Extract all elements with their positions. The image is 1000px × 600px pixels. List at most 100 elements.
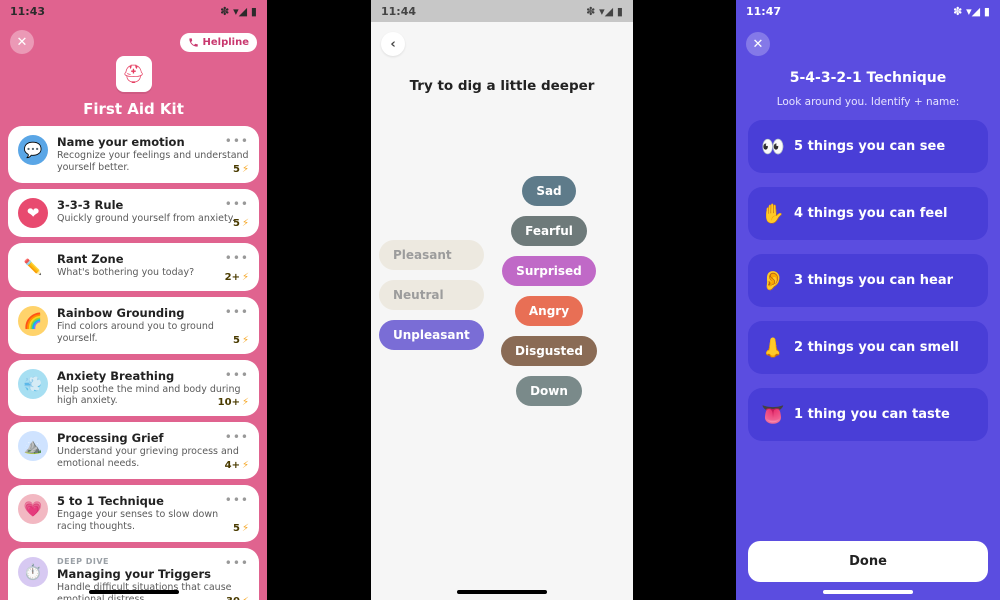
close-button[interactable]: ✕ bbox=[746, 32, 770, 56]
status-icons: ✽ ▾◢ ▮ bbox=[953, 5, 990, 18]
card-reward: 2+ ⚡ bbox=[225, 272, 249, 283]
status-icons: ✽ ▾◢ ▮ bbox=[220, 5, 257, 18]
back-button[interactable]: ‹ bbox=[381, 32, 405, 56]
bolt-icon: ⚡ bbox=[242, 460, 249, 471]
sense-card[interactable]: 👂 3 things you can hear bbox=[748, 254, 988, 307]
status-time: 11:44 bbox=[381, 5, 416, 18]
activity-card[interactable]: ✏️ Rant ZoneWhat's bothering you today? ••… bbox=[8, 243, 259, 291]
card-reward: 5 ⚡ bbox=[233, 218, 249, 229]
sense-card[interactable]: 👅1 thing you can taste bbox=[748, 388, 988, 441]
sense-text: 4 things you can feel bbox=[794, 206, 948, 221]
home-indicator bbox=[823, 590, 913, 594]
valence-chip[interactable]: Neutral bbox=[379, 280, 484, 310]
card-subtitle: Engage your senses to slow down racing t… bbox=[57, 509, 249, 533]
card-icon: 💨 bbox=[18, 369, 48, 399]
helpline-button[interactable]: Helpline bbox=[180, 33, 258, 52]
first-aid-icon: ⛑ bbox=[116, 56, 152, 92]
bolt-icon: ⚡ bbox=[242, 272, 249, 283]
card-subtitle: Quickly ground yourself from anxiety. bbox=[57, 213, 249, 225]
status-bar: 11:47 ✽ ▾◢ ▮ bbox=[736, 0, 1000, 22]
home-indicator bbox=[89, 590, 179, 594]
activity-card[interactable]: 💗 5 to 1 TechniqueEngage your senses to s… bbox=[8, 485, 259, 542]
card-icon: ⛰️ bbox=[18, 431, 48, 461]
valence-chip[interactable]: Unpleasant bbox=[379, 320, 484, 350]
emotion-chip[interactable]: Fearful bbox=[511, 216, 587, 246]
screen-emotion-picker: 11:44 ✽ ▾◢ ▮ ‹ Try to dig a little deepe… bbox=[371, 0, 633, 600]
card-reward: 5 ⚡ bbox=[233, 523, 249, 534]
emotion-chip[interactable]: Sad bbox=[522, 176, 575, 206]
card-title: 3-3-3 Rule bbox=[57, 198, 249, 212]
emotion-chip[interactable]: Disgusted bbox=[501, 336, 597, 366]
card-title: Managing your Triggers bbox=[57, 567, 249, 581]
more-icon[interactable]: ••• bbox=[225, 251, 249, 265]
card-icon: 🌈 bbox=[18, 306, 48, 336]
bolt-icon: ⚡ bbox=[242, 523, 249, 534]
more-icon[interactable]: ••• bbox=[225, 305, 249, 319]
activity-card[interactable]: 💬Name your emotionRecognize your feeling… bbox=[8, 126, 259, 183]
card-subtitle: What's bothering you today? bbox=[57, 267, 249, 279]
card-icon: 💬 bbox=[18, 135, 48, 165]
card-reward: 5 ⚡ bbox=[233, 164, 249, 175]
activity-card[interactable]: 🌈 Rainbow GroundingFind colors around you… bbox=[8, 297, 259, 354]
card-title: 5 to 1 Technique bbox=[57, 494, 249, 508]
status-time: 11:43 bbox=[10, 5, 45, 18]
status-bar: 11:44 ✽ ▾◢ ▮ bbox=[371, 0, 633, 22]
card-icon: 💗 bbox=[18, 494, 48, 524]
close-button[interactable]: ✕ bbox=[10, 30, 34, 54]
card-subtitle: Find colors around you to ground yoursel… bbox=[57, 321, 249, 345]
bolt-icon: ⚡ bbox=[242, 596, 249, 600]
card-icon: ⏱️ bbox=[18, 557, 48, 587]
activity-card[interactable]: ❤ 3-3-3 RuleQuickly ground yourself from … bbox=[8, 189, 259, 237]
page-title: 5-4-3-2-1 Technique bbox=[736, 70, 1000, 86]
bolt-icon: ⚡ bbox=[242, 397, 249, 408]
page-title: First Aid Kit bbox=[83, 100, 184, 118]
more-icon[interactable]: ••• bbox=[225, 197, 249, 211]
status-time: 11:47 bbox=[746, 5, 781, 18]
sense-emoji-icon: 👃 bbox=[761, 336, 783, 359]
page-subtitle: Look around you. Identify + name: bbox=[736, 96, 1000, 108]
sense-emoji-icon: 👂 bbox=[761, 269, 783, 292]
emotion-chip[interactable]: Angry bbox=[515, 296, 583, 326]
emotion-chip[interactable]: Surprised bbox=[502, 256, 596, 286]
card-icon: ✏️ bbox=[18, 252, 48, 282]
card-title: Processing Grief bbox=[57, 431, 249, 445]
card-reward: 30 ⚡ bbox=[226, 596, 249, 600]
card-icon: ❤ bbox=[18, 198, 48, 228]
emotion-chip[interactable]: Down bbox=[516, 376, 582, 406]
sense-card[interactable]: 👃 2 things you can smell bbox=[748, 321, 988, 374]
page-title: Try to dig a little deeper bbox=[371, 78, 633, 94]
card-reward: 4+ ⚡ bbox=[225, 460, 249, 471]
more-icon[interactable]: ••• bbox=[225, 430, 249, 444]
more-icon[interactable]: ••• bbox=[225, 134, 249, 148]
done-button[interactable]: Done bbox=[748, 541, 988, 582]
home-indicator bbox=[457, 590, 547, 594]
sense-emoji-icon: ✋ bbox=[761, 202, 783, 225]
status-bar: 11:43 ✽ ▾◢ ▮ bbox=[0, 0, 267, 22]
sense-emoji-icon: 👀 bbox=[761, 135, 783, 158]
more-icon[interactable]: ••• bbox=[225, 368, 249, 382]
card-subtitle: Understand your grieving process and emo… bbox=[57, 446, 249, 470]
card-reward: 5 ⚡ bbox=[233, 335, 249, 346]
sense-text: 1 thing you can taste bbox=[794, 407, 950, 422]
card-subtitle: Recognize your feelings and understand y… bbox=[57, 150, 249, 174]
sense-text: 3 things you can hear bbox=[794, 273, 953, 288]
sense-card[interactable]: ✋ 4 things you can feel bbox=[748, 187, 988, 240]
valence-chip[interactable]: Pleasant bbox=[379, 240, 484, 270]
more-icon[interactable]: ••• bbox=[225, 556, 249, 570]
card-eyebrow: DEEP DIVE bbox=[57, 557, 249, 566]
card-title: Rainbow Grounding bbox=[57, 306, 249, 320]
screen-54321-technique: 11:47 ✽ ▾◢ ▮ ✕ 5-4-3-2-1 Technique Look … bbox=[736, 0, 1000, 600]
bolt-icon: ⚡ bbox=[242, 164, 249, 175]
sense-card[interactable]: 👀 5 things you can see bbox=[748, 120, 988, 173]
card-title: Rant Zone bbox=[57, 252, 249, 266]
card-reward: 10+ ⚡ bbox=[218, 397, 249, 408]
helpline-label: Helpline bbox=[203, 37, 250, 48]
sense-text: 5 things you can see bbox=[794, 139, 945, 154]
bolt-icon: ⚡ bbox=[242, 218, 249, 229]
card-title: Anxiety Breathing bbox=[57, 369, 249, 383]
activity-card[interactable]: 💨Anxiety BreathingHelp soothe the mind a… bbox=[8, 360, 259, 417]
sense-text: 2 things you can smell bbox=[794, 340, 959, 355]
bolt-icon: ⚡ bbox=[242, 335, 249, 346]
activity-card[interactable]: ⛰️ Processing GriefUnderstand your grievi… bbox=[8, 422, 259, 479]
more-icon[interactable]: ••• bbox=[225, 493, 249, 507]
